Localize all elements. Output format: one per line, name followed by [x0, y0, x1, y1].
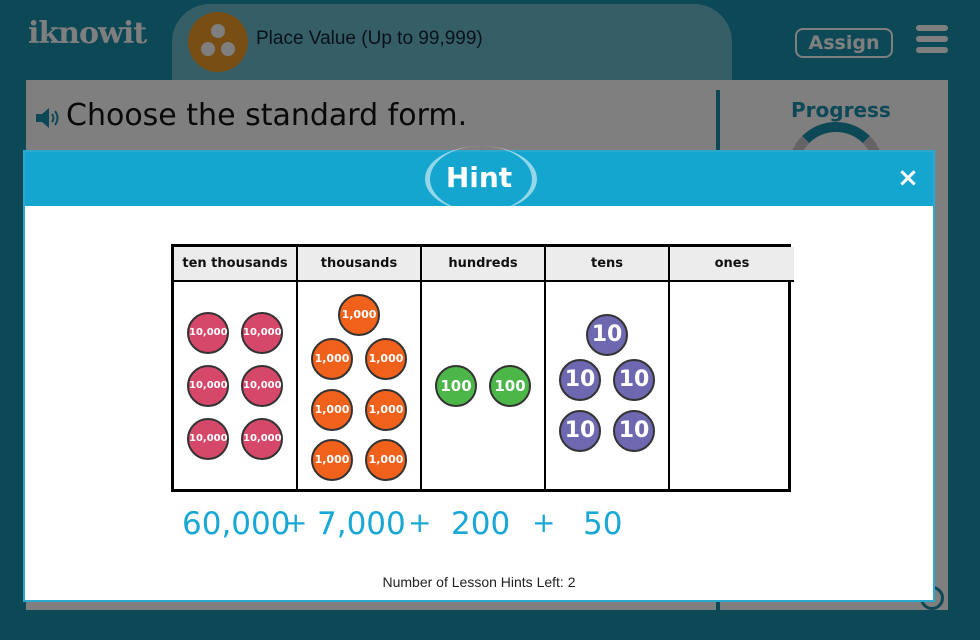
column-header: ones — [670, 247, 794, 282]
thousand-chip: 1,000 — [311, 439, 353, 481]
ten-thousand-chip: 10,000 — [241, 365, 283, 407]
ten-chip: 10 — [613, 410, 655, 452]
ten-thousand-chip: 10,000 — [241, 312, 283, 354]
column-header: ten thousands — [174, 247, 296, 282]
ten-chip: 10 — [586, 314, 628, 356]
plus-sign: + — [532, 506, 556, 539]
column-ones: ones — [670, 247, 794, 489]
addend-tens: 50 — [583, 506, 623, 542]
close-button[interactable]: × — [895, 164, 921, 192]
addend-thousands: 7,000 — [317, 506, 406, 542]
ten-chip: 10 — [559, 410, 601, 452]
hint-header: Hint × — [25, 146, 933, 212]
ten-chip: 10 — [613, 359, 655, 401]
thousand-chip: 1,000 — [311, 389, 353, 431]
hundred-chip: 100 — [435, 365, 477, 407]
column-header: tens — [546, 247, 668, 282]
thousand-chip: 1,000 — [365, 439, 407, 481]
thousand-chip: 1,000 — [311, 338, 353, 380]
plus-sign: + — [408, 506, 432, 539]
column-thousands: thousands 1,000 1,000 1,000 1,000 1,000 … — [298, 247, 422, 489]
addend-hundreds: 200 — [451, 506, 511, 542]
thousand-chip: 1,000 — [338, 294, 380, 336]
ten-thousand-chip: 10,000 — [187, 312, 229, 354]
hint-modal: Hint × ten thousands 10,000 10,000 10,00… — [23, 146, 935, 602]
ten-thousand-chip: 10,000 — [187, 365, 229, 407]
place-value-table: ten thousands 10,000 10,000 10,000 10,00… — [171, 244, 794, 492]
column-hundreds: hundreds 100 100 — [422, 247, 546, 489]
hint-title: Hint — [445, 161, 513, 194]
plus-sign: + — [284, 506, 308, 539]
column-tens: tens 10 10 10 10 10 — [546, 247, 670, 489]
thousand-chip: 1,000 — [365, 389, 407, 431]
ten-thousand-chip: 10,000 — [241, 418, 283, 460]
thousand-chip: 1,000 — [365, 338, 407, 380]
addend-ten-thousands: 60,000 — [182, 506, 291, 542]
hundred-chip: 100 — [489, 365, 531, 407]
ten-chip: 10 — [559, 359, 601, 401]
column-header: thousands — [298, 247, 420, 282]
column-header: hundreds — [422, 247, 544, 282]
ten-thousand-chip: 10,000 — [187, 418, 229, 460]
hints-left-text: Number of Lesson Hints Left: 2 — [382, 574, 576, 590]
column-ten-thousands: ten thousands 10,000 10,000 10,000 10,00… — [174, 247, 298, 489]
